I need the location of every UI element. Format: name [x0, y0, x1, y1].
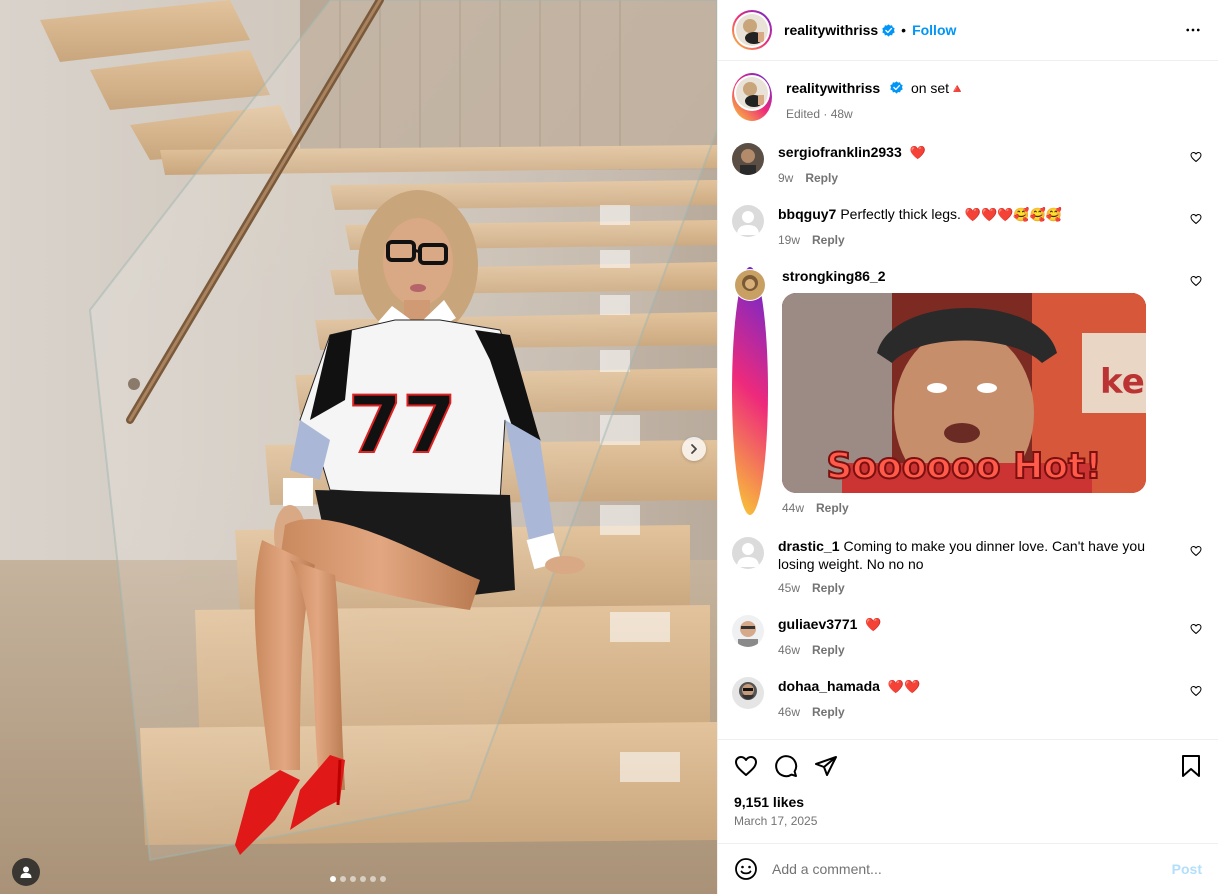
heart-icon[interactable] [1190, 151, 1202, 163]
avatar [736, 77, 768, 109]
comment-username[interactable]: bbqguy7 [778, 206, 836, 222]
heart-icon[interactable] [1190, 213, 1202, 225]
comment-avatar-ring[interactable] [732, 267, 768, 515]
avatar[interactable] [732, 615, 764, 647]
gif-caption: Soooooo Hot! [826, 446, 1101, 487]
comment-username[interactable]: dohaa_hamada [778, 678, 880, 694]
post-comment-button[interactable]: Post [1172, 861, 1202, 877]
carousel-dot [340, 876, 346, 882]
jersey-number: 77 [348, 381, 457, 471]
avatar [735, 270, 765, 300]
caption-emoji: 🔺 [949, 82, 966, 97]
post-caption: realitywithriss on set🔺 Edited · 48w [732, 73, 1202, 121]
comment-username[interactable]: drastic_1 [778, 538, 839, 554]
avatar[interactable] [732, 677, 764, 709]
comment-gif[interactable]: ke Soooooo Hot! [782, 293, 1146, 493]
comment-age: 44w [782, 501, 805, 515]
comment-username[interactable]: strongking86_2 [782, 268, 885, 284]
follow-button[interactable]: Follow [912, 22, 956, 38]
comment-emoji: ❤️ [865, 618, 882, 633]
avatar [736, 14, 768, 46]
likes-count[interactable]: 9,151 likes [734, 794, 1202, 810]
comment-icon[interactable] [774, 754, 798, 778]
reply-button[interactable]: Reply [816, 501, 849, 515]
comment-item: drastic_1 Coming to make you dinner love.… [732, 537, 1202, 595]
carousel-dot [370, 876, 376, 882]
avatar[interactable] [732, 143, 764, 175]
post-header: realitywithriss • Follow [718, 0, 1218, 61]
author-avatar-ring[interactable] [732, 10, 772, 50]
post-media[interactable]: 77 [0, 0, 717, 894]
comment-emoji: ❤️❤️❤️🥰🥰🥰 [964, 208, 1062, 223]
comment-username[interactable]: sergiofranklin2933 [778, 144, 902, 160]
comment-item: dohaa_hamada ❤️❤️ 46w Reply [732, 677, 1202, 719]
comment-age: 19w [778, 233, 801, 247]
caption-avatar-ring[interactable] [732, 73, 772, 121]
heart-icon[interactable] [1190, 685, 1202, 697]
reply-button[interactable]: Reply [812, 643, 845, 657]
reply-button[interactable]: Reply [805, 171, 838, 185]
comment-emoji: ❤️❤️ [887, 680, 921, 695]
more-icon [1186, 28, 1200, 32]
comment-age: 9w [778, 171, 794, 185]
post-photo: 77 [0, 0, 717, 894]
chevron-right-icon [691, 444, 697, 454]
carousel-dot [360, 876, 366, 882]
next-slide-button[interactable] [682, 437, 706, 461]
comment-item: sergiofranklin2933 ❤️ 9w Reply [732, 143, 1202, 185]
add-comment-bar: Post [718, 843, 1218, 894]
author-username[interactable]: realitywithriss [784, 22, 878, 38]
emoji-icon[interactable] [734, 857, 758, 881]
more-options-button[interactable] [1184, 21, 1202, 39]
reply-button[interactable]: Reply [812, 581, 845, 595]
carousel-dot [380, 876, 386, 882]
post-dialog: 77 realitywithriss • Follow realitywithr… [0, 0, 1218, 894]
verified-badge-icon [882, 23, 895, 37]
reply-button[interactable]: Reply [812, 233, 845, 247]
carousel-dot [350, 876, 356, 882]
avatar[interactable] [732, 537, 764, 569]
reply-button[interactable]: Reply [812, 705, 845, 719]
user-tags-button[interactable] [12, 858, 40, 886]
heart-icon[interactable] [1190, 623, 1202, 635]
gif-sign-text: ke [1100, 362, 1145, 402]
comment-username[interactable]: guliaev3771 [778, 616, 857, 632]
comment-emoji: ❤️ [909, 146, 926, 161]
comment-item: bbqguy7 Perfectly thick legs. ❤️❤️❤️🥰🥰🥰 1… [732, 205, 1202, 247]
comment-age: 45w [778, 581, 801, 595]
carousel-dot [330, 876, 336, 882]
caption-edited-label: Edited · 48w [786, 107, 853, 121]
heart-icon[interactable] [1190, 545, 1202, 557]
heart-icon[interactable] [1190, 275, 1202, 287]
comment-age: 46w [778, 705, 801, 719]
avatar[interactable] [732, 205, 764, 237]
user-tag-icon [20, 866, 32, 878]
comments-list[interactable]: realitywithriss on set🔺 Edited · 48w ser… [718, 61, 1218, 739]
verified-badge-icon [890, 81, 903, 94]
comment-text: Perfectly thick legs. [840, 206, 961, 222]
comment-input[interactable] [772, 861, 1172, 877]
carousel-indicators [330, 876, 386, 882]
caption-username[interactable]: realitywithriss [786, 80, 880, 96]
post-actions: 9,151 likes March 17, 2025 [718, 739, 1218, 843]
header-separator: • [901, 22, 907, 38]
like-heart-icon[interactable] [734, 754, 758, 778]
share-icon[interactable] [814, 754, 838, 778]
comment-item: guliaev3771 ❤️ 46w Reply [732, 615, 1202, 657]
bookmark-icon[interactable] [1180, 754, 1202, 778]
post-date: March 17, 2025 [734, 814, 818, 828]
comment-item: strongking86_2 ke Soooooo Hot! 44w Reply [732, 267, 1202, 515]
comment-age: 46w [778, 643, 801, 657]
post-side-panel: realitywithriss • Follow realitywithriss… [717, 0, 1218, 894]
caption-text: on set [910, 80, 950, 96]
